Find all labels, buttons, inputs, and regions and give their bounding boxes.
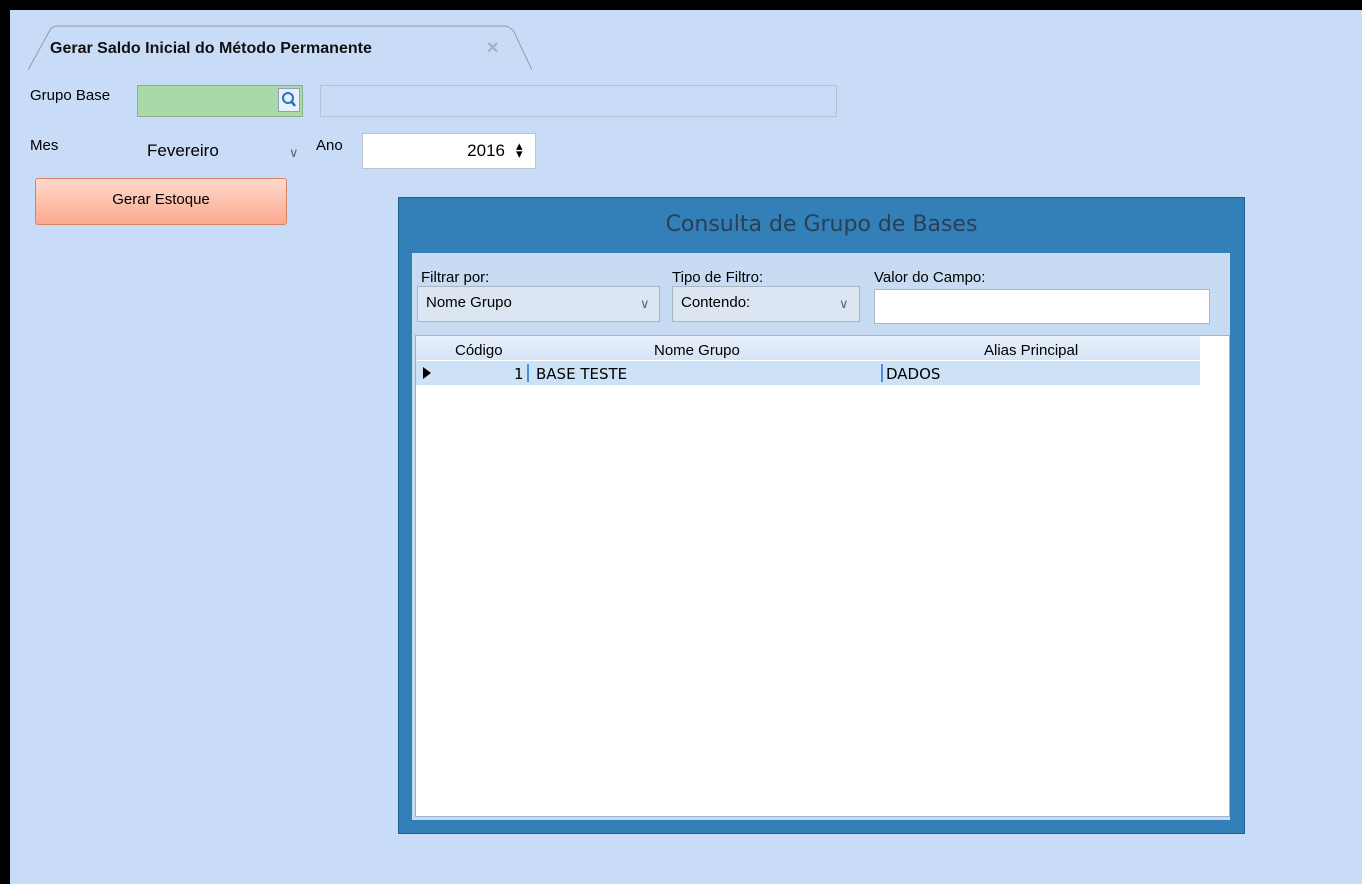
ano-value: 2016 (467, 141, 505, 160)
table-row[interactable]: 1 BASE TESTE DADOS (416, 361, 1200, 385)
mes-label: Mes (30, 137, 59, 154)
results-grid[interactable]: Código Nome Grupo Alias Principal 1 BASE… (415, 335, 1230, 817)
filtrar-label: Filtrar por: (421, 269, 490, 286)
row-pointer-icon (423, 367, 431, 379)
tipo-selected-value: Contendo: (681, 294, 751, 311)
grid-header: Código Nome Grupo Alias Principal (416, 336, 1200, 360)
cell-codigo: 1 (514, 365, 524, 383)
grupo-base-description-field (320, 85, 837, 117)
dialog-content: Filtrar por: Tipo de Filtro: Valor do Ca… (412, 253, 1230, 820)
consulta-dialog: Consulta de Grupo de Bases Filtrar por: … (398, 197, 1245, 834)
cell-nome-grupo: BASE TESTE (536, 365, 628, 383)
cell-alias-principal: DADOS (886, 365, 941, 383)
column-header-codigo[interactable]: Código (455, 342, 503, 359)
chevron-down-icon: ∨ (289, 145, 299, 160)
mes-selected-value: Fevereiro (147, 141, 219, 160)
valor-campo-input[interactable] (874, 289, 1210, 324)
cell-separator (527, 364, 529, 382)
cell-separator (881, 364, 883, 382)
tab-title: Gerar Saldo Inicial do Método Permanente (50, 40, 372, 57)
main-window: Gerar Saldo Inicial do Método Permanente… (10, 10, 1362, 884)
dialog-title: Consulta de Grupo de Bases (665, 212, 978, 237)
ano-label: Ano (316, 137, 343, 154)
search-icon[interactable] (278, 88, 300, 112)
gerar-estoque-button[interactable]: Gerar Estoque (35, 178, 287, 225)
valor-campo-label: Valor do Campo: (874, 269, 986, 286)
ano-input[interactable]: 2016 ▴ ▾ (362, 133, 536, 169)
grupo-base-label: Grupo Base (30, 87, 111, 104)
filtrar-selected-value: Nome Grupo (426, 294, 512, 311)
column-header-alias-principal[interactable]: Alias Principal (984, 342, 1078, 359)
chevron-down-icon: ∨ (640, 296, 650, 311)
filtrar-por-select[interactable]: Nome Grupo ∨ (417, 286, 660, 322)
tipo-filtro-select[interactable]: Contendo: ∨ (672, 286, 860, 322)
mes-select[interactable]: Fevereiro ∨ (137, 133, 311, 173)
close-icon[interactable]: ✕ (486, 38, 499, 58)
tipo-filtro-label: Tipo de Filtro: (672, 269, 764, 286)
column-header-nome-grupo[interactable]: Nome Grupo (654, 342, 740, 359)
chevron-down-icon: ∨ (839, 296, 849, 311)
spin-arrows-icon[interactable]: ▴ ▾ (516, 139, 523, 160)
tab-gerar-saldo[interactable]: Gerar Saldo Inicial do Método Permanente… (28, 20, 532, 70)
